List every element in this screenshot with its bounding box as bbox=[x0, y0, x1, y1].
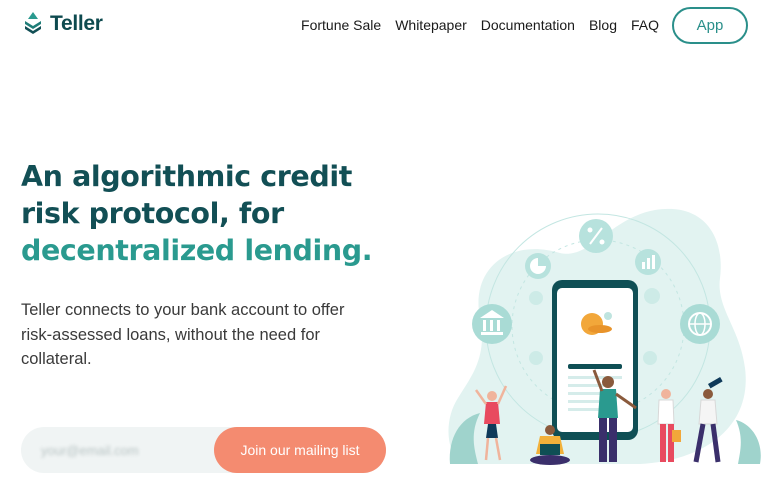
nav-fortune-sale[interactable]: Fortune Sale bbox=[301, 17, 381, 33]
plant-right bbox=[736, 420, 761, 464]
bar-chart-icon bbox=[635, 249, 661, 275]
nav-links: Fortune Sale Whitepaper Documentation Bl… bbox=[301, 17, 659, 33]
hero-subtitle-line: collateral. bbox=[21, 350, 92, 368]
globe-icon bbox=[680, 304, 720, 344]
pie-chart-icon bbox=[525, 253, 551, 279]
hero-subtitle-line: Teller connects to your bank account to … bbox=[21, 301, 345, 319]
nav-faq[interactable]: FAQ bbox=[631, 17, 659, 33]
nav-whitepaper[interactable]: Whitepaper bbox=[395, 17, 467, 33]
phone-illustration bbox=[552, 280, 638, 440]
brand-logo[interactable]: Teller bbox=[22, 11, 103, 37]
percent-icon bbox=[579, 219, 613, 253]
hero-title-accent: decentralized lending. bbox=[21, 234, 373, 267]
brand-name: Teller bbox=[50, 12, 103, 35]
mailing-list-form: Join our mailing list bbox=[21, 427, 386, 473]
hero-illustration bbox=[448, 208, 761, 465]
email-input[interactable] bbox=[21, 427, 231, 473]
bank-icon bbox=[472, 304, 512, 344]
hero-title-line: risk protocol, for bbox=[21, 197, 284, 230]
nav-blog[interactable]: Blog bbox=[589, 17, 617, 33]
top-nav: Teller Fortune Sale Whitepaper Documenta… bbox=[0, 0, 775, 50]
hero-subtitle-line: risk-assessed loans, without the need fo… bbox=[21, 325, 320, 344]
teller-logo-icon bbox=[25, 12, 41, 34]
nav-documentation[interactable]: Documentation bbox=[481, 17, 575, 33]
app-button[interactable]: App bbox=[672, 7, 748, 44]
join-mailing-list-button[interactable]: Join our mailing list bbox=[214, 427, 386, 473]
hero-title: An algorithmic credit risk protocol, for… bbox=[21, 158, 421, 269]
hero-subtitle: Teller connects to your bank account to … bbox=[21, 298, 401, 372]
hero-title-line: An algorithmic credit bbox=[21, 160, 352, 193]
